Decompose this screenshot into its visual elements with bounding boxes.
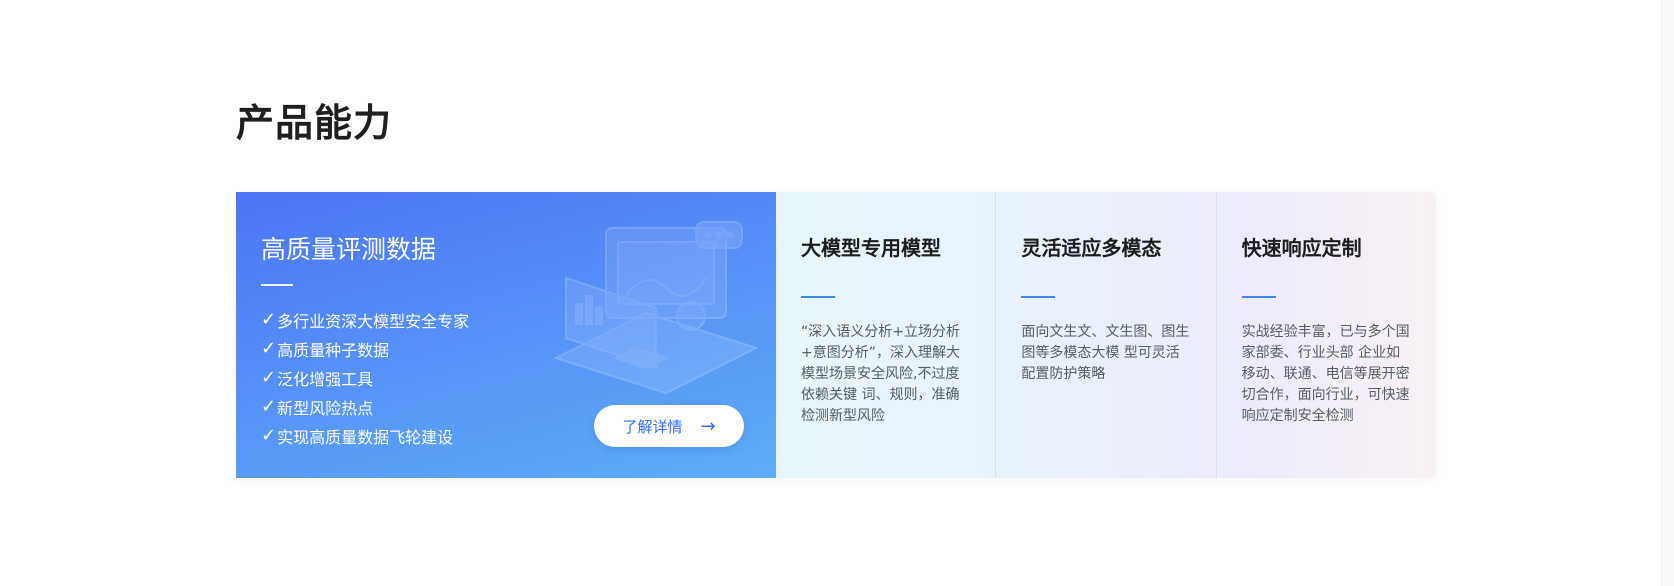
product-capabilities-page: 产品能力 高质量评测数据 ✓ 多行业资深大模型安全专家 ✓ 高质量种子数据 ✓ … xyxy=(0,0,1674,586)
feature-list-item: ✓ 泛化增强工具 xyxy=(261,363,469,392)
info-column-description: “深入语义分析+立场分析+意图分析”，深入理解大模型场景安全风险,不过度依赖关键… xyxy=(801,324,960,424)
info-column-custom-response: 快速响应定制 实战经验丰富，已与多个国家部委、行业头部 企业如移动、联通、电信等… xyxy=(1215,192,1436,478)
feature-list-item: ✓ 高质量种子数据 xyxy=(261,334,469,363)
feature-title-divider xyxy=(261,284,293,286)
info-column-multimodal: 灵活适应多模态 面向文生文、文生图、图生图等多模态大模 型可灵活配置防护策略 xyxy=(995,192,1215,478)
info-column-divider xyxy=(1021,296,1056,298)
page-scrollbar[interactable] xyxy=(1661,0,1674,586)
section-title: 产品能力 xyxy=(236,101,393,145)
info-columns: 大模型专用模型 “深入语义分析+立场分析+意图分析”，深入理解大模型场景安全风险… xyxy=(776,192,1436,478)
feature-item-label: 高质量种子数据 xyxy=(277,340,390,360)
arrow-right-icon: → xyxy=(700,415,716,437)
learn-more-button[interactable]: 了解详情 → xyxy=(594,405,744,447)
feature-list-item: ✓ 新型风险热点 xyxy=(261,392,469,421)
check-icon: ✓ xyxy=(261,396,277,417)
info-column-description: 实战经验丰富，已与多个国家部委、行业头部 企业如移动、联通、电信等展开密切合作，… xyxy=(1241,324,1410,424)
check-icon: ✓ xyxy=(261,309,277,330)
info-column-title: 快速响应定制 xyxy=(1241,236,1362,260)
feature-list-item: ✓ 多行业资深大模型安全专家 xyxy=(261,305,469,334)
info-column-description: 面向文生文、文生图、图生图等多模态大模 型可灵活配置防护策略 xyxy=(1021,324,1190,382)
feature-list-item: ✓ 实现高质量数据飞轮建设 xyxy=(261,421,469,450)
info-column-divider xyxy=(1241,296,1276,298)
check-icon: ✓ xyxy=(261,338,277,359)
check-icon: ✓ xyxy=(261,367,277,388)
info-column-title: 灵活适应多模态 xyxy=(1021,236,1162,260)
feature-item-label: 多行业资深大模型安全专家 xyxy=(277,311,470,331)
info-column-dedicated-model: 大模型专用模型 “深入语义分析+立场分析+意图分析”，深入理解大模型场景安全风险… xyxy=(776,192,995,478)
feature-item-label: 实现高质量数据飞轮建设 xyxy=(277,427,454,447)
laptop-dashboard-illustration-icon xyxy=(553,221,759,395)
feature-title: 高质量评测数据 xyxy=(261,235,437,264)
info-column-divider xyxy=(801,296,835,298)
feature-item-label: 泛化增强工具 xyxy=(277,369,374,389)
check-icon: ✓ xyxy=(261,425,277,446)
learn-more-label: 了解详情 xyxy=(622,417,683,436)
feature-card: 高质量评测数据 ✓ 多行业资深大模型安全专家 ✓ 高质量种子数据 ✓ 泛化增强工… xyxy=(236,192,776,478)
capabilities-panel: 高质量评测数据 ✓ 多行业资深大模型安全专家 ✓ 高质量种子数据 ✓ 泛化增强工… xyxy=(236,192,1436,478)
feature-item-label: 新型风险热点 xyxy=(277,398,374,418)
feature-list: ✓ 多行业资深大模型安全专家 ✓ 高质量种子数据 ✓ 泛化增强工具 ✓ 新型风险… xyxy=(261,305,469,450)
info-column-title: 大模型专用模型 xyxy=(801,236,941,260)
